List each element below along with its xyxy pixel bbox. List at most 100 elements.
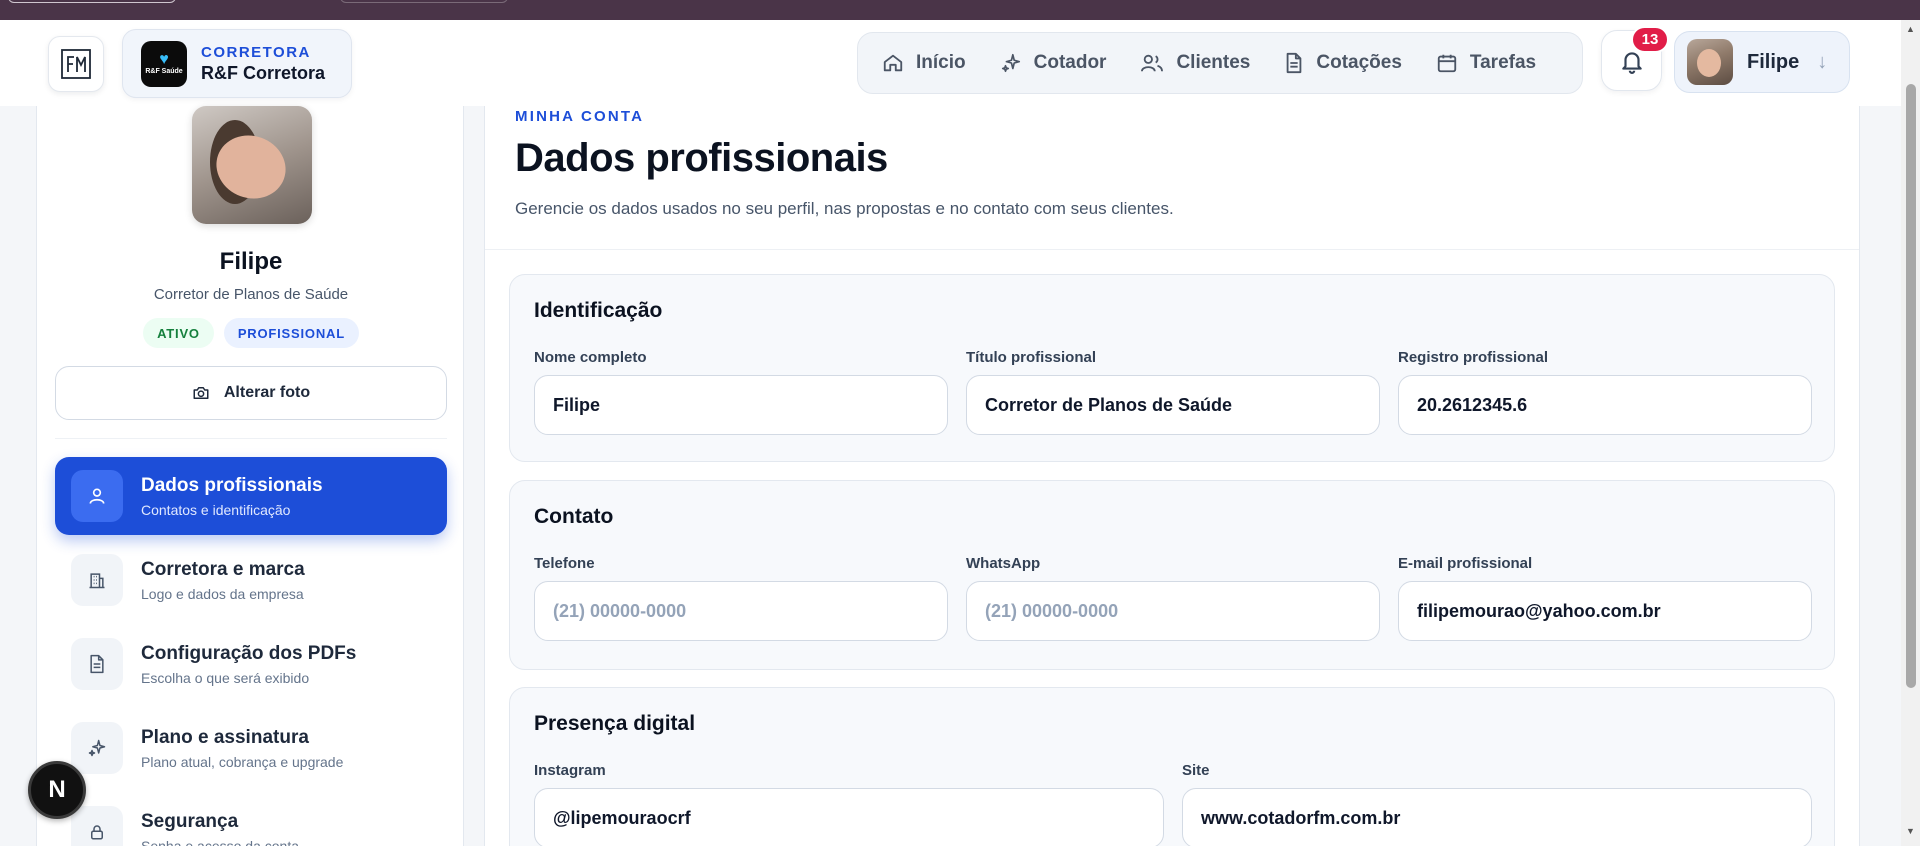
page-kicker: MINHA CONTA bbox=[515, 108, 645, 125]
document-icon bbox=[1287, 52, 1302, 74]
field-label: Nome completo bbox=[534, 349, 647, 366]
building-icon bbox=[71, 554, 123, 606]
field-nome-completo: Nome completo Filipe bbox=[534, 349, 948, 435]
divider bbox=[55, 438, 447, 439]
browser-tab[interactable] bbox=[8, 0, 176, 3]
nav-item-cotador[interactable]: Cotador bbox=[1000, 52, 1107, 74]
brand-logo-text: R&F Saúde bbox=[145, 68, 183, 75]
dev-tools-button[interactable]: N bbox=[28, 761, 86, 819]
nav-item-label: Clientes bbox=[1176, 52, 1251, 73]
sidebar-item-subtitle: Escolha o que será exibido bbox=[141, 669, 310, 686]
user-name: Filipe bbox=[1747, 50, 1800, 73]
field-site: Site www.cotadorfm.com.br bbox=[1182, 762, 1812, 846]
sidebar-item-subtitle: Senha e acesso da conta bbox=[141, 837, 300, 846]
field-label: Instagram bbox=[534, 762, 606, 779]
notification-count-badge: 13 bbox=[1631, 26, 1669, 53]
main-content: MINHA CONTA Dados profissionais Gerencie… bbox=[484, 106, 1860, 846]
section-presenca-digital: Presença digital Instagram @lipemouraocr… bbox=[509, 687, 1835, 846]
whatsapp-input[interactable]: (21) 00000-0000 bbox=[966, 581, 1380, 641]
file-icon bbox=[71, 638, 123, 690]
sparkle-icon bbox=[1001, 53, 1020, 73]
sparkle-icon bbox=[71, 722, 123, 774]
nav-item-cotacoes[interactable]: Cotações bbox=[1284, 52, 1402, 74]
section-title: Identificação bbox=[534, 299, 663, 322]
section-identificacao: Identificação Nome completo Filipe Títul… bbox=[509, 274, 1835, 462]
field-registro-profissional: Registro profissional 20.2612345.6 bbox=[1398, 349, 1812, 435]
status-badge-profissional: PROFISSIONAL bbox=[223, 318, 359, 348]
profile-title: Corretor de Planos de Saúde bbox=[153, 286, 349, 303]
sidebar-item-seguranca[interactable]: Segurança Senha e acesso da conta bbox=[55, 793, 447, 846]
heart-icon: ♥ bbox=[159, 51, 169, 68]
home-icon bbox=[883, 54, 903, 72]
sidebar-item-title: Segurança bbox=[141, 810, 239, 832]
top-bar: ♥ R&F Saúde CORRETORA R&F Corretora Iníc… bbox=[0, 20, 1901, 106]
app-logo[interactable] bbox=[48, 36, 104, 92]
calendar-icon bbox=[1437, 54, 1457, 73]
user-menu-button[interactable]: Filipe ↓ bbox=[1674, 31, 1850, 93]
instagram-input[interactable]: @lipemouraocrf bbox=[534, 788, 1164, 846]
sidebar-item-title: Dados profissionais bbox=[141, 474, 323, 496]
phone-input[interactable]: (21) 00000-0000 bbox=[534, 581, 948, 641]
account-sidebar: Filipe Corretor de Planos de Saúde ATIVO… bbox=[36, 106, 464, 846]
sidebar-item-configuracao-pdfs[interactable]: Configuração dos PDFs Escolha o que será… bbox=[55, 625, 447, 703]
profile-name: Filipe bbox=[219, 248, 283, 275]
change-photo-label: Alterar foto bbox=[223, 384, 311, 401]
profile-photo bbox=[192, 106, 312, 224]
brand-kicker: CORRETORA bbox=[201, 43, 311, 61]
scroll-down-icon[interactable]: ▼ bbox=[1906, 826, 1915, 836]
professional-title-input[interactable]: Corretor de Planos de Saúde bbox=[966, 375, 1380, 435]
app-logo-icon bbox=[61, 49, 91, 79]
nav-item-label: Cotações bbox=[1316, 52, 1402, 73]
page-description: Gerencie os dados usados no seu perfil, … bbox=[515, 199, 1174, 218]
browser-tab-strip bbox=[0, 0, 1920, 20]
nav-item-label: Cotador bbox=[1033, 52, 1107, 73]
users-icon bbox=[1141, 54, 1164, 72]
status-badges: ATIVO PROFISSIONAL bbox=[37, 318, 465, 348]
nav-item-clientes[interactable]: Clientes bbox=[1140, 52, 1250, 74]
sidebar-item-title: Configuração dos PDFs bbox=[141, 642, 357, 664]
scrollbar-thumb[interactable] bbox=[1906, 84, 1916, 688]
sidebar-item-subtitle: Logo e dados da empresa bbox=[141, 585, 304, 602]
browser-tab[interactable] bbox=[340, 0, 508, 3]
field-label: Site bbox=[1182, 762, 1210, 779]
field-email-profissional: E-mail profissional filipemourao@yahoo.c… bbox=[1398, 555, 1812, 641]
camera-icon bbox=[193, 387, 209, 399]
page-title: Dados profissionais bbox=[515, 136, 888, 180]
field-label: Telefone bbox=[534, 555, 595, 572]
brand-logo: ♥ R&F Saúde bbox=[141, 40, 187, 87]
website-input[interactable]: www.cotadorfm.com.br bbox=[1182, 788, 1812, 846]
section-title: Presença digital bbox=[534, 712, 696, 735]
brand-name: R&F Corretora bbox=[201, 62, 326, 83]
main-nav: Início Cotador Clientes Cotações Tarefas bbox=[857, 32, 1583, 94]
scroll-up-icon[interactable]: ▲ bbox=[1906, 24, 1915, 34]
sidebar-item-subtitle: Contatos e identificação bbox=[141, 501, 291, 518]
nav-item-tarefas[interactable]: Tarefas bbox=[1436, 52, 1536, 74]
full-name-input[interactable]: Filipe bbox=[534, 375, 948, 435]
sidebar-item-corretora-marca[interactable]: Corretora e marca Logo e dados da empres… bbox=[55, 541, 447, 619]
status-badge-ativo: ATIVO bbox=[143, 318, 214, 348]
section-title: Contato bbox=[534, 505, 614, 528]
nav-item-inicio[interactable]: Início bbox=[882, 52, 966, 74]
sidebar-item-dados-profissionais[interactable]: Dados profissionais Contatos e identific… bbox=[55, 457, 447, 535]
divider bbox=[485, 249, 1859, 250]
arrow-down-icon: ↓ bbox=[1817, 50, 1828, 73]
change-photo-button[interactable]: Alterar foto bbox=[55, 366, 447, 420]
field-label: E-mail profissional bbox=[1398, 555, 1533, 572]
professional-registry-input[interactable]: 20.2612345.6 bbox=[1398, 375, 1812, 435]
brand-card[interactable]: ♥ R&F Saúde CORRETORA R&F Corretora bbox=[122, 29, 352, 98]
field-whatsapp: WhatsApp (21) 00000-0000 bbox=[966, 555, 1380, 641]
field-telefone: Telefone (21) 00000-0000 bbox=[534, 555, 948, 641]
email-field[interactable]: filipemourao@yahoo.com.br bbox=[1398, 581, 1812, 641]
field-titulo-profissional: Título profissional Corretor de Planos d… bbox=[966, 349, 1380, 435]
section-contato: Contato Telefone (21) 00000-0000 WhatsAp… bbox=[509, 480, 1835, 670]
page-scrollbar[interactable]: ▲ ▼ bbox=[1901, 20, 1920, 846]
sidebar-item-title: Corretora e marca bbox=[141, 558, 305, 580]
avatar bbox=[1687, 39, 1733, 85]
field-label: WhatsApp bbox=[966, 555, 1041, 572]
sidebar-item-plano-assinatura[interactable]: Plano e assinatura Plano atual, cobrança… bbox=[55, 709, 447, 787]
field-label: Título profissional bbox=[966, 349, 1096, 366]
nav-item-label: Tarefas bbox=[1469, 52, 1537, 73]
sidebar-item-subtitle: Plano atual, cobrança e upgrade bbox=[141, 753, 344, 770]
user-icon bbox=[71, 470, 123, 522]
field-instagram: Instagram @lipemouraocrf bbox=[534, 762, 1164, 846]
